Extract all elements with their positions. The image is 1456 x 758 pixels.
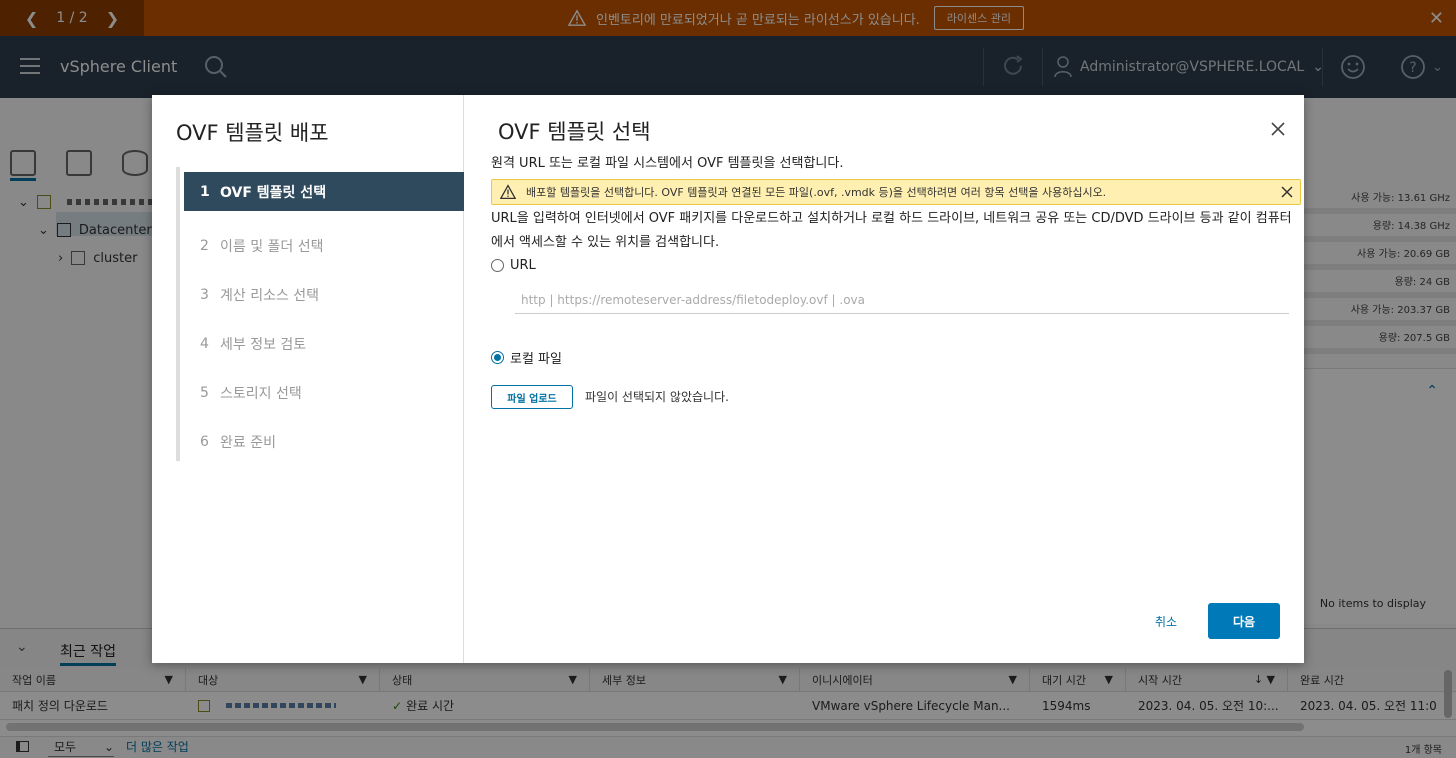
local-file-option-label: 로컬 파일 [510,352,562,367]
wizard-steps: 1 OVF 템플릿 선택 2 이름 및 폴더 선택 3 계산 리소스 선택 4 세부 정… [184,172,464,466]
warning-icon [500,184,516,200]
url-radio[interactable] [491,259,504,272]
warning-alert: 배포할 템플릿을 선택합니다. OVF 템플릿과 연결된 모든 파일(.ovf,… [491,179,1301,205]
page-title: OVF 템플릿 선택 [498,120,651,144]
close-icon[interactable] [1280,185,1294,199]
cancel-button[interactable]: 취소 [1136,603,1196,639]
local-file-option[interactable]: 로컬 파일 [491,348,562,367]
page-description: URL을 입력하여 인터넷에서 OVF 패키지를 다운로드하고 설치하거나 로컬… [491,211,1292,250]
local-file-radio[interactable] [491,351,504,364]
close-icon[interactable] [1270,121,1286,137]
deploy-ovf-wizard: OVF 템플릿 배포 1 OVF 템플릿 선택 2 이름 및 폴더 선택 3 계산 리… [152,95,1304,663]
alert-text: 배포할 템플릿을 선택합니다. OVF 템플릿과 연결된 모든 파일(.ovf,… [526,186,1107,199]
wizard-step-6: 6 완료 준비 [200,433,276,451]
wizard-steps-panel: OVF 템플릿 배포 1 OVF 템플릿 선택 2 이름 및 폴더 선택 3 계산 리… [152,95,464,663]
wizard-title: OVF 템플릿 배포 [176,121,329,145]
wizard-step-1[interactable]: 1 OVF 템플릿 선택 [184,172,464,211]
no-file-status: 파일이 선택되지 않았습니다. [585,390,729,404]
url-input[interactable] [515,287,1289,314]
url-option[interactable]: URL [491,258,536,273]
wizard-step-3: 3 계산 리소스 선택 [200,286,320,304]
wizard-step-4: 4 세부 정보 검토 [200,335,307,353]
page-subtitle: 원격 URL 또는 로컬 파일 시스템에서 OVF 템플릿을 선택합니다. [491,156,844,171]
wizard-step-2: 2 이름 및 폴더 선택 [200,237,324,255]
upload-file-button[interactable]: 파일 업로드 [491,385,573,409]
wizard-step-5: 5 스토리지 선택 [200,384,302,402]
wizard-page: OVF 템플릿 선택 원격 URL 또는 로컬 파일 시스템에서 OVF 템플릿… [464,95,1304,663]
url-option-label: URL [510,258,536,273]
next-button[interactable]: 다음 [1208,603,1280,639]
